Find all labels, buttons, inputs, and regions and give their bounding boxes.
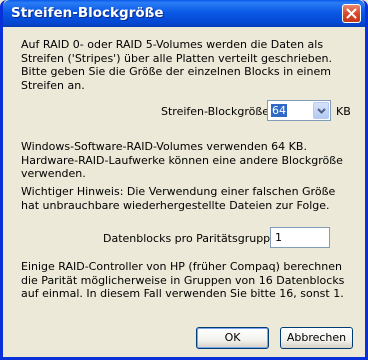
close-button[interactable] [342,4,361,23]
cancel-button[interactable]: Abbrechen [280,327,353,349]
stripe-size-value: 64 [271,104,287,117]
hp-controller-note: Einige RAID-Controller von HP (früher Co… [21,260,345,300]
chevron-down-icon [317,108,326,114]
ok-button[interactable]: OK [196,327,269,349]
software-raid-note: Windows-Software-RAID-Volumes verwenden … [21,140,343,180]
stripe-size-select[interactable]: 64 [267,100,331,121]
stripe-size-label: Streifen-Blockgröße: [161,105,273,118]
close-icon [346,8,357,19]
stripe-size-unit: KB [336,105,351,118]
parity-group-input[interactable]: 1 [270,227,330,248]
dialog-title: Streifen-Blockgröße [11,5,164,21]
intro-text: Auf RAID 0- oder RAID 5-Volumes werden d… [21,38,333,92]
parity-group-label: Datenblocks pro Paritätsgruppe: [103,232,281,245]
title-bar[interactable]: Streifen-Blockgröße [3,0,365,27]
warning-note: Wichtiger Hinweis: Die Verwendung einer … [21,185,336,212]
dropdown-button[interactable] [313,102,329,119]
dialog-window: Streifen-Blockgröße Auf RAID 0- oder RAI… [0,0,368,360]
